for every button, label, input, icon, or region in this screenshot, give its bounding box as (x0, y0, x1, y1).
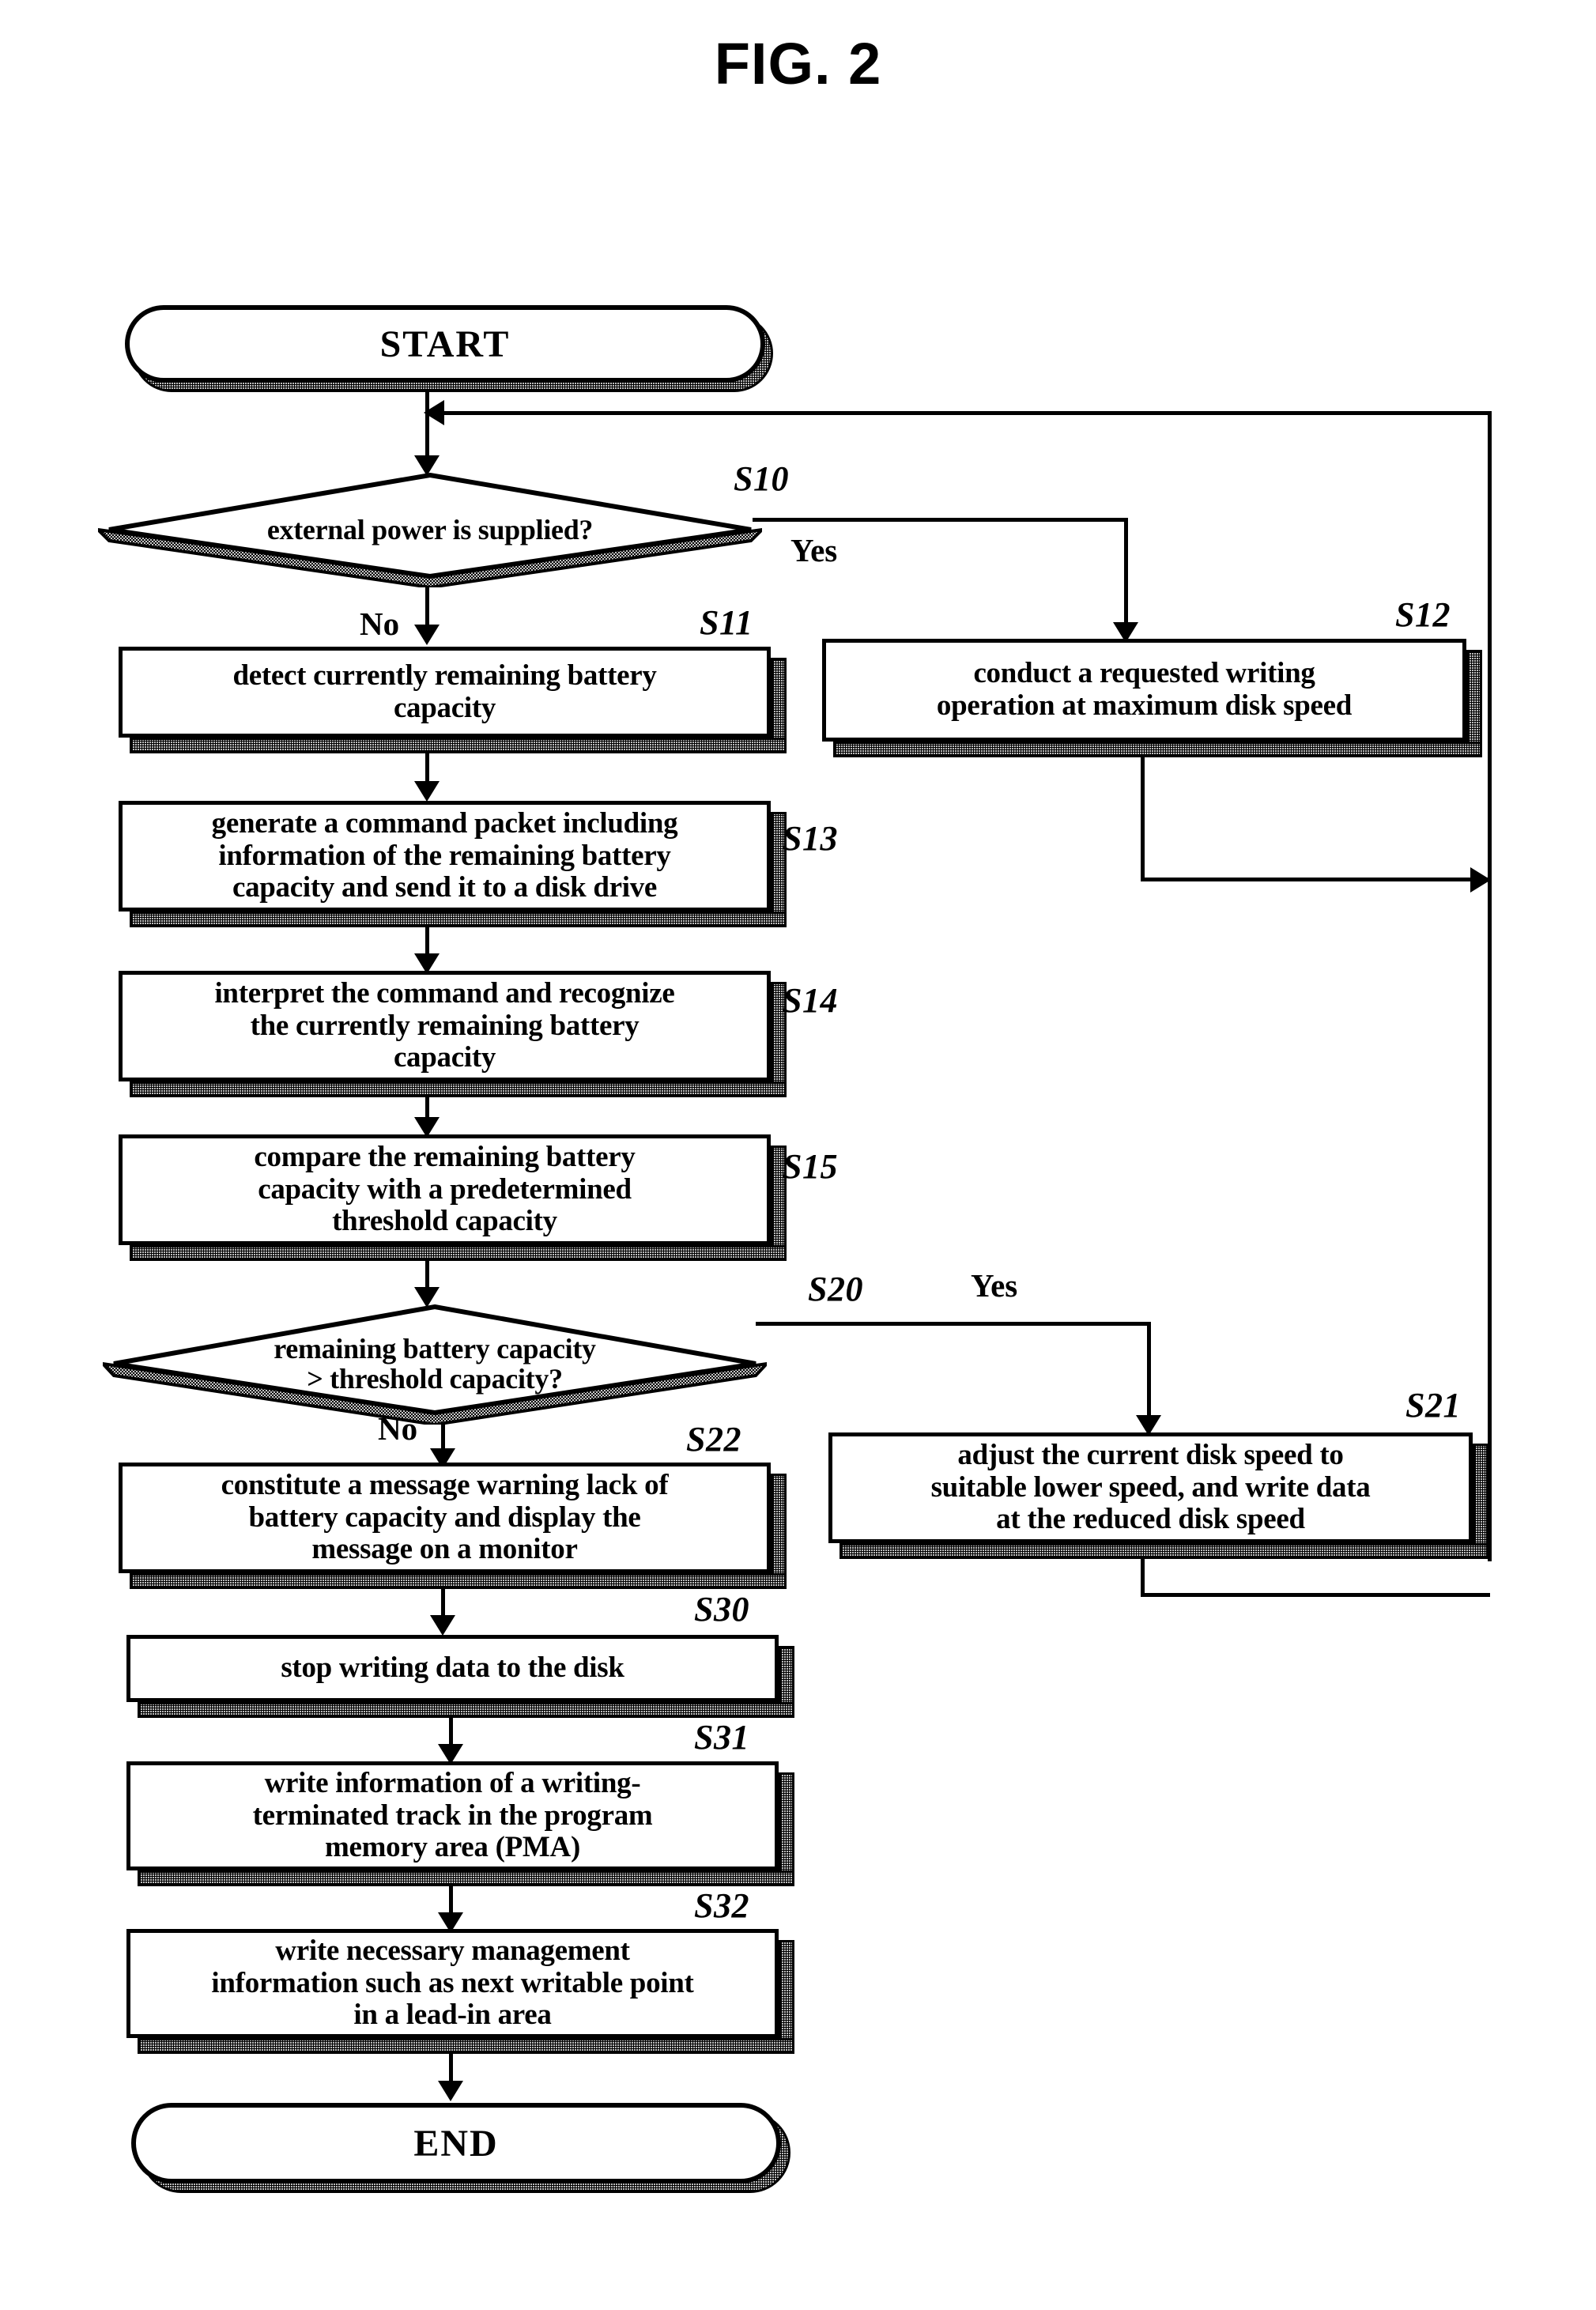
step-ref-s12: S12 (1395, 595, 1451, 634)
s22-process: constitute a message warning lack of bat… (119, 1463, 771, 1573)
connector-s12-right (1141, 878, 1488, 881)
arrowhead-s22-to-s30 (430, 1615, 455, 1636)
step-ref-s32: S32 (694, 1886, 749, 1925)
return-bus-top-horizontal (427, 411, 1490, 415)
page-title: FIG. 2 (714, 31, 882, 96)
s13-process: generate a command packet including info… (119, 801, 771, 912)
arrowhead-return-bus (424, 400, 444, 425)
s21-process-text: adjust the current disk speed to suitabl… (930, 1438, 1371, 1536)
step-ref-s20: S20 (808, 1270, 863, 1308)
s15-process: compare the remaining battery capacity w… (119, 1134, 771, 1245)
s14-process-text: interpret the command and recognize the … (214, 976, 675, 1074)
connector-s10-yes-h (753, 518, 1128, 522)
s14-process: interpret the command and recognize the … (119, 971, 771, 1081)
arrowhead-s12-to-bus (1470, 867, 1491, 893)
figure-page: FIG. 2 START external power is supplied?… (0, 0, 1596, 2310)
step-ref-s22: S22 (686, 1420, 741, 1459)
s11-process-text: detect currently remaining battery capac… (232, 659, 657, 724)
s30-process-text: stop writing data to the disk (281, 1651, 624, 1685)
connector-s10-yes-v (1124, 518, 1128, 636)
arrowhead-s11-to-s13 (414, 781, 440, 802)
connector-s20-yes-v (1147, 1322, 1151, 1429)
start-terminator-label: START (379, 323, 511, 365)
end-terminator-label: END (413, 2122, 499, 2165)
step-ref-s30: S30 (694, 1590, 749, 1629)
step-ref-s10: S10 (734, 459, 789, 498)
arrowhead-s32-to-end (438, 2081, 463, 2101)
step-ref-s11: S11 (700, 603, 753, 642)
s10-no-label: No (360, 606, 400, 642)
step-ref-s21: S21 (1405, 1386, 1461, 1425)
step-ref-s15: S15 (783, 1147, 838, 1186)
s32-process: write necessary management information s… (126, 1929, 779, 2038)
s32-process-text: write necessary management information s… (211, 1934, 694, 2032)
connector-s21-right (1141, 1593, 1490, 1597)
s22-process-text: constitute a message warning lack of bat… (221, 1468, 669, 1566)
s15-process-text: compare the remaining battery capacity w… (254, 1140, 636, 1238)
s10-decision: external power is supplied? (93, 472, 767, 590)
step-ref-s31: S31 (694, 1718, 749, 1757)
connector-s20-yes-h (756, 1322, 1151, 1326)
s13-process-text: generate a command packet including info… (211, 806, 678, 904)
s31-process: write information of a writing- terminat… (126, 1761, 779, 1870)
step-ref-s13: S13 (783, 819, 838, 858)
s12-process-text: conduct a requested writing operation at… (936, 657, 1353, 722)
s30-process: stop writing data to the disk (126, 1635, 779, 1702)
s12-process: conduct a requested writing operation at… (822, 639, 1466, 742)
s10-yes-label: Yes (790, 532, 838, 568)
s20-yes-label: Yes (971, 1267, 1018, 1304)
s20-decision: remaining battery capacity > threshold c… (98, 1304, 772, 1427)
s20-no-label: No (378, 1410, 418, 1447)
connector-s12-down (1141, 751, 1145, 881)
s31-process-text: write information of a writing- terminat… (252, 1766, 653, 1864)
start-terminator: START (125, 305, 765, 383)
s21-process: adjust the current disk speed to suitabl… (828, 1432, 1473, 1543)
s11-process: detect currently remaining battery capac… (119, 647, 771, 738)
arrowhead-s10-no (414, 625, 440, 645)
end-terminator: END (131, 2103, 781, 2184)
return-bus-vertical (1488, 411, 1492, 1561)
step-ref-s14: S14 (783, 981, 838, 1020)
